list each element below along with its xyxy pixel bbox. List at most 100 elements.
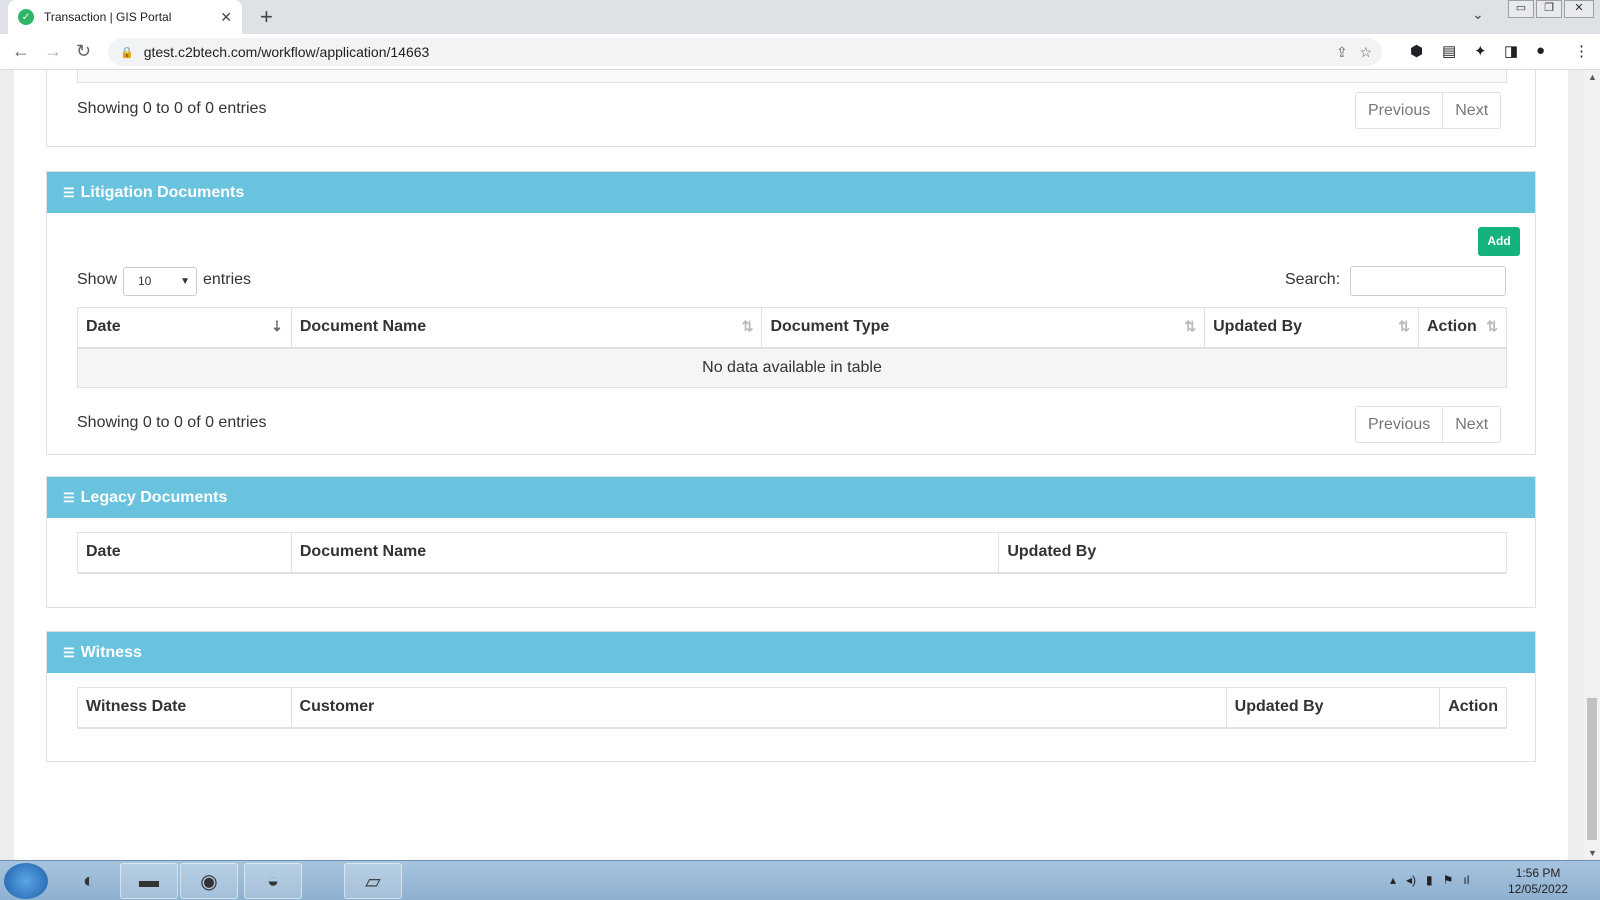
legacy-documents-panel: ☰ Legacy Documents Date Document Name Up… [46,476,1536,608]
litigation-documents-header: ☰ Litigation Documents [47,172,1535,213]
pagination-previous-button[interactable]: Previous [1356,93,1442,128]
close-window-button[interactable]: ✕ [1564,0,1594,18]
litigation-documents-panel: ☰ Litigation Documents Add Show 10 ▼ ent… [46,171,1536,455]
search-input[interactable] [1350,266,1506,296]
site-favicon-icon: ✓ [18,9,34,25]
previous-showing-entries: Showing 0 to 0 of 0 entries [77,100,267,117]
extension-shield-icon[interactable]: ⬢ [1410,42,1423,60]
back-icon[interactable]: ← [12,41,30,62]
pagination-previous-button[interactable]: Previous [1356,407,1442,442]
pagination-next-button[interactable]: Next [1442,93,1500,128]
new-tab-button[interactable]: + [260,4,273,30]
url-text: gtest.c2btech.com/workflow/application/1… [143,44,430,60]
panel-title: Witness [80,643,142,661]
profile-avatar-icon[interactable]: ● [1536,42,1545,59]
address-bar: ← → ↻ 🔒 gtest.c2btech.com/workflow/appli… [0,34,1600,70]
sort-icon: ⇅ [1184,318,1197,334]
reload-icon[interactable]: ↻ [76,41,91,62]
column-header-customer: Customer [290,687,1227,729]
start-button[interactable] [4,863,48,899]
browser-tab[interactable]: ✓ Transaction | GIS Portal ✕ [8,0,242,34]
tab-title: Transaction | GIS Portal [44,10,172,24]
taskbar-clock[interactable]: 1:56 PM 12/05/2022 [1508,865,1568,897]
panel-title: Litigation Documents [80,183,245,201]
table-row: No data available in table [77,347,1507,388]
add-button[interactable]: Add [1478,227,1520,256]
sort-icon: ⇅ [1398,318,1410,334]
column-header-witness-date: Witness Date [77,687,292,729]
share-star-icons[interactable]: ⇪ ☆ [1336,44,1372,61]
extension-clipboard-icon[interactable]: ▤ [1442,42,1456,60]
list-icon: ☰ [63,489,75,505]
system-tray-icons[interactable]: ▴ ◂) ▮ ⚑ ıl [1390,873,1469,887]
scroll-thumb[interactable] [1587,698,1597,840]
url-field[interactable]: 🔒 gtest.c2btech.com/workflow/application… [108,38,1382,66]
column-header-label: Document Name [299,318,427,336]
showing-entries: Showing 0 to 0 of 0 entries [77,414,267,431]
windows-taskbar: ◐ ▬ ◉ ◒ ▱ ▴ ◂) ▮ ⚑ ıl 1:56 PM 12/05/2022 [0,860,1600,900]
column-header-updated-by: Updated By [1225,687,1441,729]
close-tab-icon[interactable]: ✕ [220,9,232,26]
sort-icon: ⇅ [741,318,754,334]
chrome-icon[interactable]: ◉ [180,863,238,899]
search-label: Search: [1285,271,1341,288]
lock-icon: 🔒 [120,46,134,59]
entries-select-value: 10 [138,274,152,288]
side-panel-icon[interactable]: ◨ [1504,42,1518,60]
tab-search-chevron-icon[interactable]: ⌄ [1472,6,1484,23]
clock-date: 12/05/2022 [1508,882,1569,896]
column-header-document-name: Document Name [290,532,1000,574]
column-header-label: Date [86,318,121,336]
page-content: Showing 0 to 0 of 0 entries Previous Nex… [0,70,1584,860]
column-header-action[interactable]: Action ⇅ [1417,307,1508,349]
column-header-label: Action [1426,318,1477,336]
column-header-updated-by: Updated By [998,532,1507,574]
column-header-action: Action [1439,687,1507,729]
forward-icon[interactable]: → [44,41,62,62]
column-header-label: Updated By [1213,318,1303,336]
empty-table-message: No data available in table [77,347,1507,388]
legacy-documents-table: Date Document Name Updated By [77,532,1507,574]
page-scrollbar[interactable]: ▲ ▼ [1584,70,1600,860]
column-header-document-type[interactable]: Document Type ⇅ [761,307,1206,349]
list-icon: ☰ [63,184,75,200]
column-header-document-name[interactable]: Document Name ⇅ [290,307,763,349]
list-icon: ☰ [63,644,75,660]
notepad-icon[interactable]: ▱ [344,863,402,899]
previous-table-footer [77,70,1507,83]
witness-header: ☰ Witness [47,632,1535,673]
scroll-down-icon[interactable]: ▼ [1588,848,1597,858]
pagination: Previous Next [1355,406,1502,443]
witness-panel: ☰ Witness Witness Date Customer Updated … [46,631,1536,762]
sort-descending-icon: ⇣ [271,318,283,334]
table-header-row: Witness Date Customer Updated By Action [77,687,1507,729]
restore-button[interactable]: ❐ [1536,0,1562,18]
edge-icon[interactable]: ◐ [60,863,118,899]
chevron-down-icon: ▼ [180,276,190,287]
previous-pagination: Previous Next [1355,92,1502,129]
sort-icon: ⇅ [1486,318,1498,334]
browser-menu-icon[interactable]: ⋮ [1574,42,1589,60]
extensions-puzzle-icon[interactable]: ✦ [1474,42,1487,60]
entries-per-page-select[interactable]: 10 ▼ [123,267,197,296]
clock-time: 1:56 PM [1515,866,1561,880]
browser-tab-bar: ✓ Transaction | GIS Portal ✕ + ⌄ ▭ ❐ ✕ [0,0,1600,34]
scroll-up-icon[interactable]: ▲ [1588,72,1597,82]
witness-table: Witness Date Customer Updated By Action [77,687,1507,729]
column-header-updated-by[interactable]: Updated By ⇅ [1204,307,1419,349]
column-header-label: Document Type [770,318,890,336]
table-header-row: Date Document Name Updated By [77,532,1507,574]
column-header-date: Date [77,532,292,574]
column-header-date[interactable]: Date ⇣ [77,307,292,349]
table-header-row: Date ⇣ Document Name ⇅ Document Type ⇅ Upda… [77,307,1508,349]
panel-title: Legacy Documents [80,488,228,506]
entries-label: entries [203,271,252,288]
file-explorer-icon[interactable]: ▬ [120,863,178,899]
show-label: Show [77,271,118,288]
eclipse-icon[interactable]: ◒ [244,863,302,899]
minimize-button[interactable]: ▭ [1508,0,1534,18]
legacy-documents-header: ☰ Legacy Documents [47,477,1535,518]
previous-panel: Showing 0 to 0 of 0 entries Previous Nex… [46,70,1536,147]
litigation-documents-table: Date ⇣ Document Name ⇅ Document Type ⇅ Upda… [77,307,1508,388]
pagination-next-button[interactable]: Next [1442,407,1500,442]
